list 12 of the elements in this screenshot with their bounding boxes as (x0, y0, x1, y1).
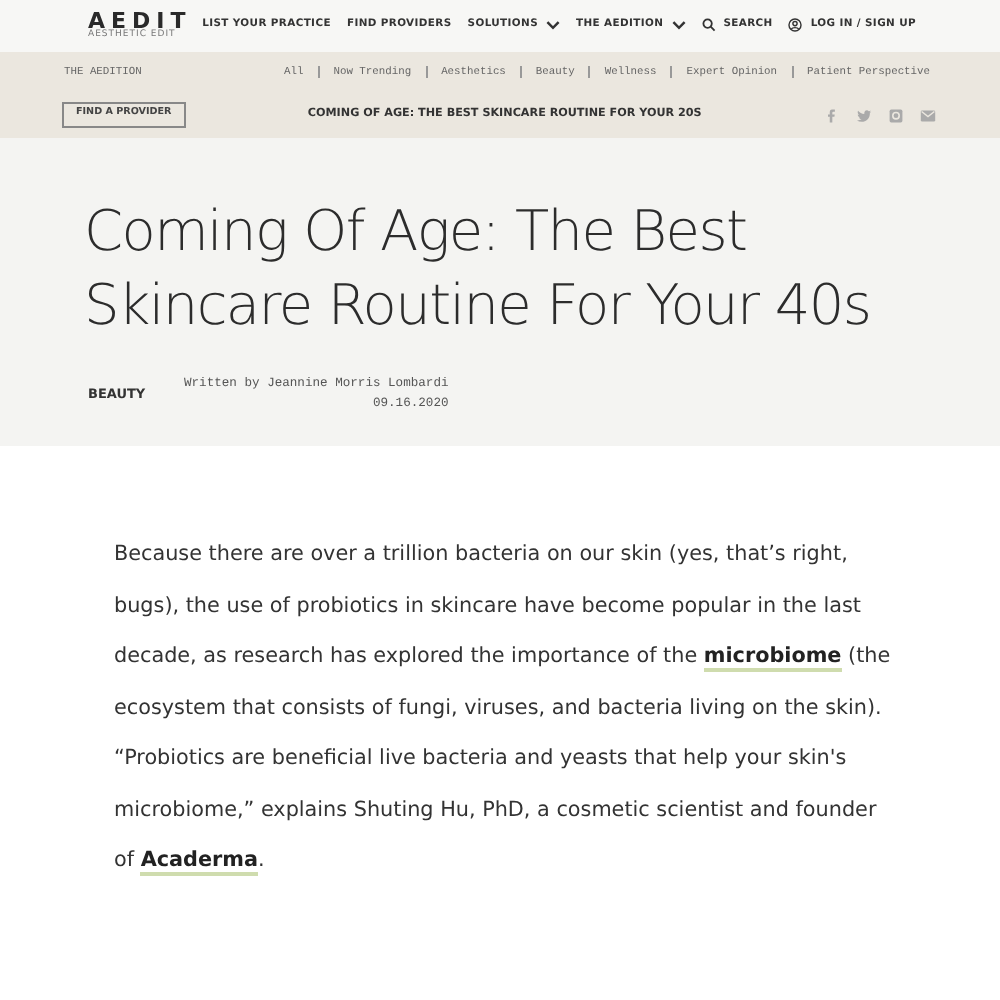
article-paragraph: Because there are over a trillion bacteria on our skin (yes, that’s right, bugs), the use of probiotics in skincare have become popular in the last decade, as research has explored the importance of the microbiome (the ecosystem that consists of fungi, viruses, and bacteria living on the skin). “Probiotics are beneficial live bacteria and yeasts that help your skin's microbiome,” explains Shuting Hu, PhD, a cosmetic scientist and founder of Acaderma. (112, 540, 893, 880)
chevron-down-icon (546, 18, 561, 33)
inline-link[interactable]: microbiome (703, 644, 842, 672)
square-icon[interactable] (888, 107, 904, 123)
f-logo-icon[interactable] (824, 107, 840, 123)
search-icon (701, 18, 716, 33)
bird-icon[interactable] (856, 107, 872, 123)
chevron-down-icon (671, 18, 686, 33)
inline-link[interactable]: Acaderma (140, 848, 258, 876)
envelope-icon[interactable] (920, 107, 936, 123)
article-title: Coming Of Age: The Best Skincare Routine For Your 40s (84, 196, 873, 342)
user-icon (788, 18, 803, 33)
